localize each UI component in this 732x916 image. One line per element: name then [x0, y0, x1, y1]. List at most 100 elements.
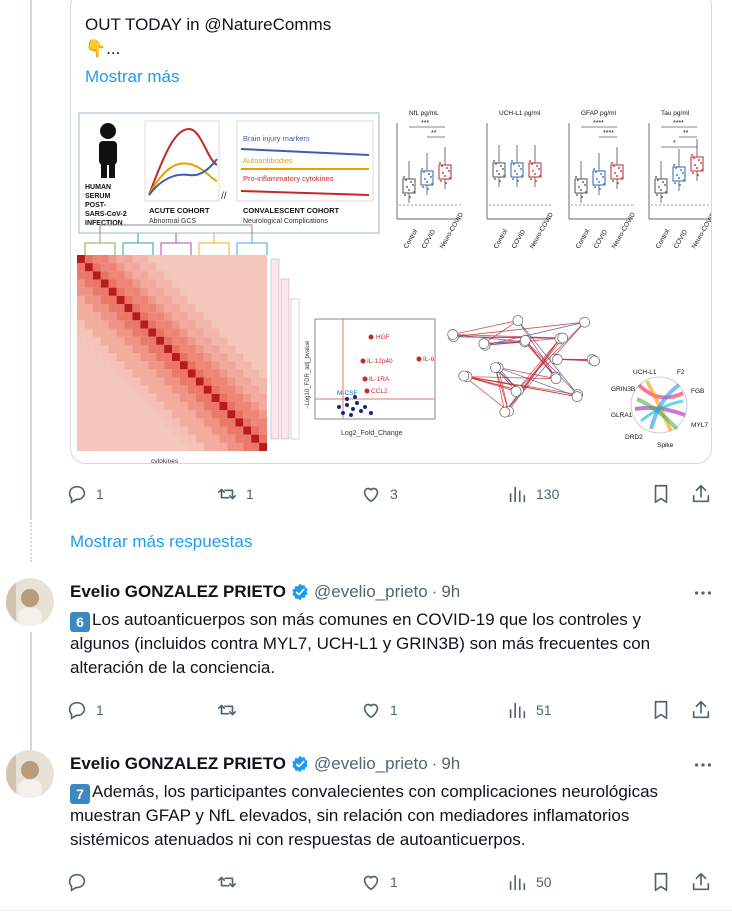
- show-more-link[interactable]: Mostrar más: [85, 65, 331, 89]
- tweet-header: Evelio GONZALEZ PRIETO @evelio_prieto · …: [70, 752, 460, 776]
- handle[interactable]: @evelio_prieto: [314, 754, 428, 774]
- views-count: 51: [536, 702, 552, 718]
- significance-label: *: [673, 140, 676, 147]
- reply-count: 1: [96, 702, 104, 718]
- thread-line: [30, 632, 32, 750]
- significance-label: **: [431, 130, 437, 137]
- significance-label: ***: [421, 120, 429, 127]
- significance-label: ****: [593, 120, 604, 127]
- heart-icon: [363, 703, 379, 719]
- retweet-button[interactable]: 1: [216, 480, 254, 508]
- significance-label: **: [683, 130, 689, 137]
- retweet-icon: [217, 488, 237, 500]
- retweet-button[interactable]: [216, 696, 246, 724]
- display-name[interactable]: Evelio GONZALEZ PRIETO: [70, 754, 286, 774]
- acute-cohort-subtitle: Abnormal GCS: [149, 218, 196, 225]
- avatar[interactable]: [6, 578, 54, 626]
- tweet-text: 7 Además, los participantes convaleciente…: [70, 780, 710, 852]
- tweet-header: Evelio GONZALEZ PRIETO @evelio_prieto · …: [70, 580, 460, 604]
- tweet-text-line: Los autoanticuerpos son más comunes en C…: [92, 610, 642, 629]
- show-more-replies-link[interactable]: Mostrar más respuestas: [70, 532, 252, 552]
- legend-brain-injury: Brain injury markers: [243, 134, 310, 143]
- reply-icon: [68, 873, 86, 892]
- reply-button[interactable]: 1: [66, 480, 104, 508]
- retweet-button[interactable]: [216, 868, 246, 896]
- avatar[interactable]: [6, 750, 54, 798]
- tweet-text-line: sistémicos atenuados ni con respuestas d…: [70, 830, 526, 849]
- share-icon: [692, 700, 710, 719]
- like-button[interactable]: 1: [360, 868, 398, 896]
- tweet-text: 6 Los autoanticuerpos son más comunes en …: [70, 608, 710, 680]
- like-button[interactable]: 1: [360, 696, 398, 724]
- convalescent-cohort-title: CONVALESCENT COHORT: [243, 206, 340, 215]
- tweet-text-line: muestran GFAP y NfL elevados, sin relaci…: [70, 806, 630, 825]
- tweet-media-figure[interactable]: HUMAN SERUM POST- SARS-CoV-2 INFECTION A…: [71, 109, 712, 464]
- share-icon: [692, 484, 710, 503]
- chord-label: UCH-L1: [633, 369, 657, 376]
- reply-button[interactable]: [66, 868, 96, 896]
- tweet-text-line: Además, los participantes convalecientes…: [92, 782, 659, 801]
- tweet-actions: 1 50: [66, 868, 720, 896]
- bookmark-icon: [654, 484, 668, 504]
- like-count: 1: [390, 702, 398, 718]
- bookmark-icon: [654, 700, 668, 720]
- schematic-panel: HUMAN SERUM POST- SARS-CoV-2 INFECTION A…: [78, 112, 380, 234]
- significance-label: ****: [603, 130, 614, 137]
- tweet-actions: 1 1 3 130: [66, 480, 720, 508]
- tweet-actions: 1 1 51: [66, 696, 720, 724]
- reply-icon: [68, 485, 86, 504]
- chord-label: FGB: [691, 388, 704, 395]
- views-count: 50: [536, 874, 552, 890]
- heatmap-xlabel: cytokines: [151, 458, 179, 464]
- share-button[interactable]: [690, 868, 712, 896]
- bookmark-button[interactable]: [650, 480, 672, 508]
- views-button[interactable]: 130: [506, 480, 559, 508]
- keycap-six-emoji: 6: [70, 612, 90, 632]
- views-icon: [509, 702, 526, 719]
- reply-button[interactable]: 1: [66, 696, 104, 724]
- figure-left-label: SERUM: [85, 193, 110, 200]
- heatmap-panel: cytokines: [77, 224, 300, 464]
- boxplot-title: UCH-L1 pg/ml: [499, 110, 541, 117]
- timestamp[interactable]: 9h: [441, 582, 460, 602]
- views-icon: [509, 874, 526, 891]
- axis-break: //: [221, 191, 227, 202]
- views-button[interactable]: 51: [506, 696, 552, 724]
- display-name[interactable]: Evelio GONZALEZ PRIETO: [70, 582, 286, 602]
- separator-dot: ·: [431, 582, 438, 601]
- volcano-point-label: IL-1RA: [369, 376, 390, 383]
- like-count: 3: [390, 486, 398, 502]
- bookmark-button[interactable]: [650, 868, 672, 896]
- share-button[interactable]: [690, 696, 712, 724]
- tweet-card: OUT TODAY in @NatureComms 👇... Mostrar m…: [70, 0, 712, 464]
- share-icon: [692, 872, 710, 891]
- figure-left-label: INFECTION: [85, 220, 123, 227]
- more-options-icon[interactable]: [692, 582, 714, 604]
- legend-autoantibodies: Autoantibodies: [243, 156, 293, 165]
- retweet-icon: [217, 876, 237, 888]
- share-button[interactable]: [690, 480, 712, 508]
- chord-label: DRD2: [625, 434, 643, 441]
- like-count: 1: [390, 874, 398, 890]
- views-count: 130: [536, 486, 560, 502]
- boxplot-title: Tau pg/ml: [661, 110, 690, 117]
- verified-badge-icon: [292, 583, 308, 601]
- views-button[interactable]: 50: [506, 868, 552, 896]
- figure-left-label: POST-: [85, 202, 107, 209]
- acute-cohort-title: ACUTE COHORT: [149, 206, 210, 215]
- bookmark-button[interactable]: [650, 696, 672, 724]
- timestamp[interactable]: 9h: [441, 754, 460, 774]
- boxplot-title: NfL pg/mL: [409, 110, 439, 117]
- volcano-point-label: IL-12p40: [367, 358, 393, 365]
- chord-label: F2: [677, 369, 685, 376]
- volcano-point-label: HGF: [376, 334, 390, 341]
- handle[interactable]: @evelio_prieto: [314, 582, 428, 602]
- like-button[interactable]: 3: [360, 480, 398, 508]
- volcano-point-label: IL-6: [423, 356, 435, 363]
- tweet-text-line: alteración de la conciencia.: [70, 658, 276, 677]
- chord-label: Spike: [657, 442, 674, 449]
- significance-label: ****: [673, 120, 684, 127]
- more-options-icon[interactable]: [692, 754, 714, 776]
- figure-left-label: SARS-CoV-2: [85, 211, 127, 218]
- thread-line-dotted: [30, 522, 32, 562]
